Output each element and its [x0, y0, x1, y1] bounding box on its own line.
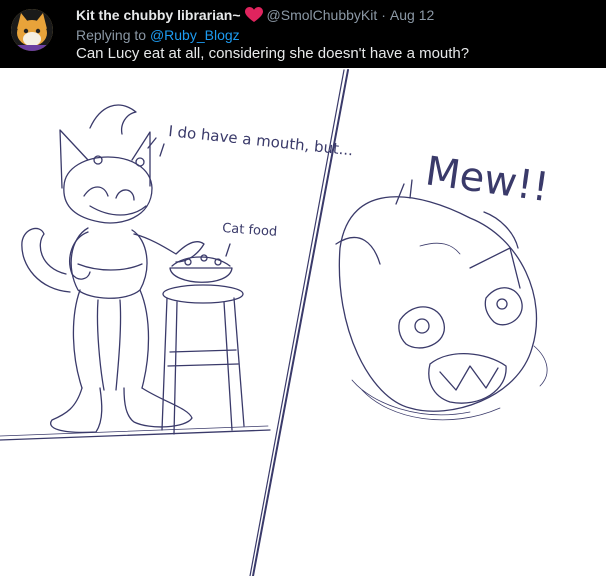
meta-separator: ·: [381, 7, 386, 23]
replying-to: Replying to @Ruby_Blogz: [76, 27, 240, 43]
tweet-date[interactable]: Aug 12: [390, 7, 434, 23]
replying-prefix: Replying to: [76, 27, 147, 43]
speech-right: Mew!!: [423, 148, 552, 211]
label-cat-food: Cat food: [222, 221, 278, 240]
tweet-text: Can Lucy eat at all, considering she doe…: [76, 45, 470, 62]
comic-sketch: I do have a mouth, but... Cat food Mew!!: [0, 69, 552, 576]
tweet-meta: Kit the chubby librarian~ @SmolChubbyKit…: [76, 7, 434, 23]
author-handle[interactable]: @SmolChubbyKit: [267, 7, 378, 23]
speech-left: I do have a mouth, but...: [168, 122, 354, 159]
comic-artwork: I do have a mouth, but... Cat food Mew!!: [0, 68, 606, 576]
reply-to-link[interactable]: @Ruby_Blogz: [150, 27, 240, 43]
cat-avatar-icon[interactable]: [11, 9, 53, 51]
tweet-header: Kit the chubby librarian~ @SmolChubbyKit…: [0, 0, 606, 68]
author-name[interactable]: Kit the chubby librarian~: [76, 7, 241, 23]
heart-icon: [244, 7, 263, 23]
